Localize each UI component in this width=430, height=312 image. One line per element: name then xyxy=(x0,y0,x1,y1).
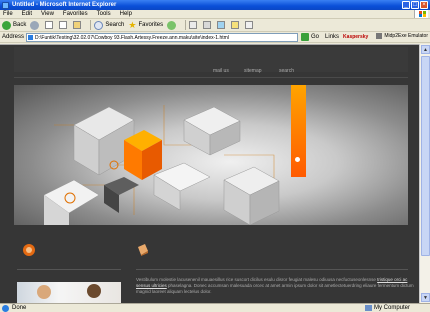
media-icon xyxy=(167,20,177,30)
midp-emulator-button[interactable]: Midp2Exe Emulator xyxy=(376,33,428,39)
menu-view[interactable]: View xyxy=(41,11,54,17)
person-1 xyxy=(37,285,51,299)
toolbar: Back Search ★ Favorites xyxy=(0,19,430,32)
forward-arrow-icon xyxy=(30,20,40,30)
maximize-button[interactable]: □ xyxy=(411,1,419,9)
page-status-icon xyxy=(2,304,9,312)
scroll-up-arrow-icon[interactable]: ▲ xyxy=(421,45,430,54)
search-button[interactable]: Search xyxy=(94,20,125,30)
mail-button[interactable] xyxy=(189,21,199,29)
ie-icon xyxy=(2,1,9,9)
back-button[interactable]: Back xyxy=(2,20,27,30)
media-button[interactable] xyxy=(167,20,178,30)
computer-icon xyxy=(364,305,372,311)
body-text: Vestibulum molestie lacusenenil mauaesil… xyxy=(136,277,416,294)
address-input[interactable]: D:\Funtik\Testing\32.02.07\Cowboy 93.Fla… xyxy=(26,32,299,42)
nav-divider xyxy=(14,77,408,78)
close-button[interactable]: × xyxy=(420,1,428,9)
go-arrow-icon xyxy=(301,33,310,41)
kaspersky-toolbar-button[interactable]: Kaspersky xyxy=(343,34,368,40)
page-content: mail us sitemap search Vestibulum molest… xyxy=(0,44,419,303)
nav-mail-us[interactable]: mail us xyxy=(213,68,229,74)
back-arrow-icon xyxy=(2,20,11,30)
hero-banner xyxy=(14,85,408,225)
person-2 xyxy=(87,284,101,298)
menu-file[interactable]: File xyxy=(3,11,13,17)
status-bar: Done My Computer xyxy=(0,303,430,312)
window-title: Untitled - Microsoft Internet Explorer xyxy=(12,2,117,8)
hero-accent-bar[interactable] xyxy=(291,85,306,177)
favorites-button[interactable]: ★ Favorites xyxy=(128,20,163,31)
menu-edit[interactable]: Edit xyxy=(22,11,32,17)
mail-icon xyxy=(189,21,198,29)
nav-sitemap[interactable]: sitemap xyxy=(244,68,262,74)
print-button[interactable] xyxy=(203,21,213,29)
vertical-scrollbar[interactable]: ▲ ▼ xyxy=(419,44,430,303)
favorites-label: Favorites xyxy=(138,22,164,28)
discuss-button[interactable] xyxy=(231,21,241,29)
edit-button[interactable] xyxy=(217,21,227,29)
left-section-divider xyxy=(17,269,121,270)
go-button[interactable]: Go xyxy=(301,33,319,41)
search-icon xyxy=(94,20,104,30)
search-label: Search xyxy=(105,22,125,28)
midp-icon xyxy=(376,33,383,39)
security-zone: My Computer xyxy=(364,305,410,311)
body-text-part2: phaselagna. Donec accumsan malesuada orc… xyxy=(136,282,414,294)
refresh-button[interactable] xyxy=(59,21,69,29)
stop-button[interactable] xyxy=(45,21,55,29)
folder-icon xyxy=(231,21,240,29)
windows-logo-icon xyxy=(414,10,428,18)
arrow-icon xyxy=(295,157,300,162)
globe-icon xyxy=(23,244,35,256)
home-icon xyxy=(73,21,82,29)
messenger-button[interactable] xyxy=(245,21,255,29)
menu-tools[interactable]: Tools xyxy=(97,11,111,17)
menu-favorites[interactable]: Favorites xyxy=(63,11,88,17)
links-button[interactable]: Links xyxy=(325,34,339,40)
messenger-icon xyxy=(245,21,254,29)
edit-icon xyxy=(217,21,226,29)
hero-3d-boxes-illustration xyxy=(43,105,280,225)
go-label: Go xyxy=(311,34,320,40)
zone-label: My Computer xyxy=(373,305,410,311)
nav-search[interactable]: search xyxy=(279,68,294,74)
menu-bar: File Edit View Favorites Tools Help xyxy=(0,10,430,19)
right-section-divider xyxy=(136,269,408,270)
document-icon xyxy=(138,244,148,256)
stop-icon xyxy=(45,21,54,29)
midp-label: Midp2Exe Emulator xyxy=(384,33,428,39)
forward-button[interactable] xyxy=(30,20,41,30)
favorites-star-icon: ★ xyxy=(128,19,137,30)
title-bar: Untitled - Microsoft Internet Explorer _… xyxy=(0,0,430,10)
home-button[interactable] xyxy=(73,21,83,29)
refresh-icon xyxy=(59,21,68,29)
menu-help[interactable]: Help xyxy=(120,11,132,17)
scroll-thumb[interactable] xyxy=(421,56,430,256)
back-label: Back xyxy=(13,22,27,28)
scroll-down-arrow-icon[interactable]: ▼ xyxy=(421,293,430,302)
body-text-part1: Vestibulum molestie lacusenenil mauaesil… xyxy=(136,277,376,282)
status-text: Done xyxy=(12,305,27,311)
address-label: Address xyxy=(2,34,25,40)
print-icon xyxy=(203,21,212,29)
team-photo xyxy=(17,282,121,303)
site-header xyxy=(14,47,408,72)
minimize-button[interactable]: _ xyxy=(402,1,410,9)
address-bar: Address D:\Funtik\Testing\32.02.07\Cowbo… xyxy=(0,32,430,43)
